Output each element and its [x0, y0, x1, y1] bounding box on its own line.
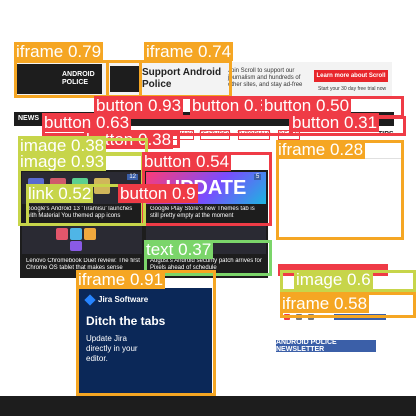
detection-label: text 0.37 — [144, 240, 214, 259]
jira-body: Update Jira directly in your editor. — [86, 334, 138, 363]
tablet-tile — [70, 228, 82, 240]
learn-more-button[interactable]: Learn more about Scroll — [314, 70, 388, 82]
icon-tile — [94, 178, 110, 194]
footer-strip — [0, 396, 416, 416]
topic-pill-features[interactable]: FEATURES — [199, 130, 231, 140]
twitter-icon[interactable] — [296, 314, 302, 320]
jira-ad[interactable]: Jira Software Ditch the tabs Update Jira… — [78, 288, 212, 394]
detection-label: image 0.6 — [294, 270, 373, 289]
tips-link[interactable]: TIPS — [378, 131, 394, 138]
subscribe-strip — [334, 314, 386, 320]
scroll-ad-banner[interactable]: ANDROID POLICE Support Android Police Jo… — [14, 62, 392, 96]
facebook-icon[interactable] — [308, 314, 314, 320]
detection-label: iframe 0.58 — [280, 294, 370, 313]
detection-label: button 0.31 — [290, 113, 380, 132]
detection-label: iframe 0.91 — [76, 270, 166, 289]
featured-card-4-caption[interactable]: August's Android security patch arrives … — [150, 258, 264, 274]
trial-note: Start your 30 day free trial now — [318, 86, 387, 92]
detection-label: iframe 0.74 — [144, 42, 234, 61]
featured-card-3-image[interactable] — [22, 224, 142, 254]
tablet-tile — [70, 241, 82, 251]
featured-card-2-caption[interactable]: Google Play Store's new Themes tab is st… — [150, 206, 264, 220]
comment-count-badge: 5 — [254, 174, 262, 180]
featured-card-1-caption[interactable]: Google's Android 13 'Tiramisu' launches … — [26, 206, 140, 220]
jira-logo-icon — [84, 294, 96, 306]
detection-label: iframe 0.28 — [276, 140, 366, 159]
detection-label: button 0.54 — [142, 152, 232, 171]
jira-title: Ditch the tabs — [86, 314, 166, 328]
android-police-logo-text: ANDROID POLICE — [62, 71, 95, 86]
rss-icon[interactable] — [284, 314, 290, 320]
tablet-tile — [84, 228, 96, 240]
support-title: Support Android Police — [142, 67, 222, 90]
newsletter-banner[interactable]: ANDROID POLICE NEWSLETTER — [276, 339, 376, 353]
sidebar-ad-slot — [278, 158, 402, 238]
detection-label: image 0.93 — [18, 152, 107, 171]
jira-brand: Jira Software — [98, 295, 149, 304]
scroll-description: Join Scroll to support our journalism an… — [228, 68, 303, 88]
android-police-logo: ANDROID POLICE — [16, 64, 102, 94]
detection-label: link 0.52 — [26, 184, 94, 203]
nav-news-link[interactable]: NEWS — [18, 115, 39, 122]
topic-pill-tutorials[interactable]: TUTORIALS — [237, 130, 271, 140]
detection-label: button 0.9 — [118, 184, 198, 203]
comment-count-badge: 12 — [127, 174, 138, 180]
detection-label: iframe 0.79 — [14, 42, 104, 61]
android-police-mark — [110, 66, 142, 92]
tablet-tile — [56, 228, 68, 240]
